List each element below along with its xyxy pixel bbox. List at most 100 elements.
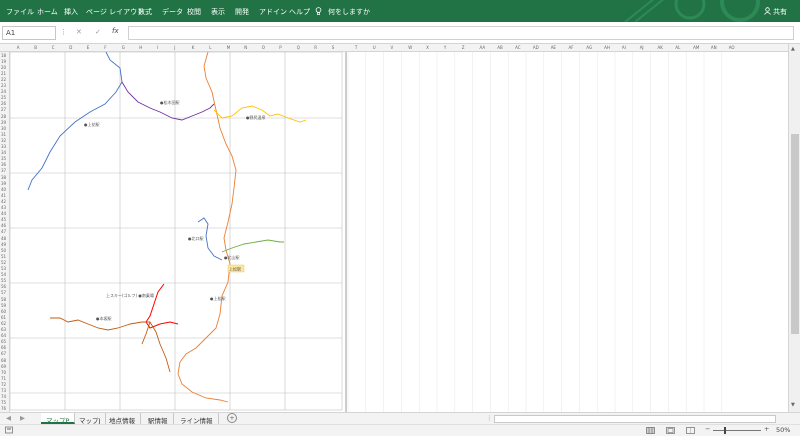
row-header-cell[interactable]: 49: [1, 242, 6, 247]
row-header-cell[interactable]: 32: [1, 138, 6, 143]
column-header-cell[interactable]: AJ: [640, 45, 644, 50]
row-header-cell[interactable]: 27: [1, 107, 6, 112]
zoom-in-button[interactable]: +: [764, 425, 769, 433]
fx-button[interactable]: fx: [112, 27, 119, 35]
row-header-cell[interactable]: 48: [1, 236, 6, 241]
vertical-scrollbar[interactable]: ▲ ▼: [788, 44, 800, 412]
column-header-cell[interactable]: N: [244, 45, 247, 50]
row-header-cell[interactable]: 19: [1, 59, 6, 64]
macro-record-icon[interactable]: [5, 426, 13, 436]
row-header-cell[interactable]: 36: [1, 162, 6, 167]
column-header-cell[interactable]: A: [17, 45, 20, 50]
sheet-tab[interactable]: ライン情報: [175, 413, 219, 425]
tab-split-handle[interactable]: ⋮: [486, 414, 493, 422]
page-break-view-icon[interactable]: [686, 427, 695, 436]
column-header-cell[interactable]: AN: [711, 45, 717, 50]
row-header-cell[interactable]: 54: [1, 272, 6, 277]
column-header-cell[interactable]: G: [122, 45, 125, 50]
lightbulb-icon[interactable]: [315, 7, 322, 18]
column-header-cell[interactable]: X: [426, 45, 429, 50]
row-header-cell[interactable]: 69: [1, 364, 6, 369]
column-header-cell[interactable]: W: [408, 45, 412, 50]
tab-review[interactable]: 校閲: [187, 7, 201, 17]
tab-addins[interactable]: アドイン: [259, 7, 287, 17]
row-header-cell[interactable]: 41: [1, 193, 6, 198]
column-header-cell[interactable]: K: [192, 45, 195, 50]
row-header-cell[interactable]: 52: [1, 260, 6, 265]
row-header-cell[interactable]: 57: [1, 290, 6, 295]
row-header-cell[interactable]: 70: [1, 370, 6, 375]
zoom-slider[interactable]: [713, 430, 761, 431]
row-header-cell[interactable]: 71: [1, 376, 6, 381]
row-header-cell[interactable]: 45: [1, 217, 6, 222]
tab-formulas[interactable]: 数式: [138, 7, 152, 17]
tab-view[interactable]: 表示: [211, 7, 225, 17]
tell-me-search[interactable]: 何をしますか: [328, 7, 370, 17]
row-header-cell[interactable]: 18: [1, 53, 6, 58]
column-header-cell[interactable]: P: [279, 45, 281, 50]
tab-developer[interactable]: 開発: [235, 7, 249, 17]
sheet-tab[interactable]: 地点情報: [104, 413, 141, 425]
row-header-cell[interactable]: 46: [1, 223, 6, 228]
column-header-cell[interactable]: O: [262, 45, 265, 50]
row-header-cell[interactable]: 39: [1, 181, 6, 186]
row-header-cell[interactable]: 42: [1, 199, 6, 204]
name-box[interactable]: A1: [2, 26, 56, 40]
row-header-cell[interactable]: 61: [1, 315, 6, 320]
scroll-down-icon[interactable]: ▼: [791, 402, 795, 408]
sheet-tab[interactable]: マップJ: [74, 413, 107, 425]
row-header-cell[interactable]: 65: [1, 339, 6, 344]
row-header-cell[interactable]: 73: [1, 388, 6, 393]
row-header-cell[interactable]: 76: [1, 406, 6, 411]
column-header-cell[interactable]: Q: [297, 45, 300, 50]
zoom-level[interactable]: 50%: [776, 426, 790, 434]
row-header-cell[interactable]: 31: [1, 132, 6, 137]
row-header-cell[interactable]: 21: [1, 71, 6, 76]
column-header-cell[interactable]: D: [69, 45, 72, 50]
prev-sheet-icon[interactable]: ◀: [6, 414, 11, 422]
column-header-cell[interactable]: I: [157, 45, 158, 50]
row-header-cell[interactable]: 51: [1, 254, 6, 259]
row-header-cell[interactable]: 40: [1, 187, 6, 192]
row-header-cell[interactable]: 44: [1, 211, 6, 216]
row-header-cell[interactable]: 20: [1, 65, 6, 70]
row-header-cell[interactable]: 22: [1, 77, 6, 82]
column-header-cell[interactable]: Z: [462, 45, 465, 50]
row-header-cell[interactable]: 35: [1, 156, 6, 161]
column-header-cell[interactable]: AO: [729, 45, 735, 50]
zoom-slider-thumb[interactable]: [724, 427, 726, 434]
column-header-cell[interactable]: AB: [497, 45, 502, 50]
options-dots-icon[interactable]: ⋮: [60, 28, 67, 36]
sheet-tab[interactable]: マップP: [41, 413, 76, 425]
column-header-cell[interactable]: AK: [658, 45, 663, 50]
column-header-cell[interactable]: AF: [569, 45, 574, 50]
cancel-icon[interactable]: ✕: [76, 28, 82, 36]
row-header-cell[interactable]: 30: [1, 126, 6, 131]
tab-insert[interactable]: 挿入: [64, 7, 78, 17]
row-header-cell[interactable]: 58: [1, 297, 6, 302]
column-header-cell[interactable]: AM: [693, 45, 699, 50]
row-header-cell[interactable]: 23: [1, 83, 6, 88]
tab-help[interactable]: ヘルプ: [289, 7, 310, 17]
row-header-cell[interactable]: 43: [1, 205, 6, 210]
row-header-cell[interactable]: 75: [1, 400, 6, 405]
formula-input[interactable]: [128, 26, 794, 40]
column-header-cell[interactable]: F: [104, 45, 106, 50]
tab-data[interactable]: データ: [162, 7, 183, 17]
row-header-cell[interactable]: 47: [1, 229, 6, 234]
column-header-cell[interactable]: AA: [480, 45, 486, 50]
row-header-cell[interactable]: 63: [1, 327, 6, 332]
row-header-cell[interactable]: 66: [1, 345, 6, 350]
share-icon[interactable]: [764, 7, 771, 17]
row-header-cell[interactable]: 24: [1, 89, 6, 94]
scroll-up-icon[interactable]: ▲: [791, 46, 795, 52]
row-header-cell[interactable]: 28: [1, 114, 6, 119]
row-header-cell[interactable]: 68: [1, 358, 6, 363]
row-header-cell[interactable]: 37: [1, 168, 6, 173]
row-header-cell[interactable]: 64: [1, 333, 6, 338]
row-header-cell[interactable]: 74: [1, 394, 6, 399]
zoom-out-button[interactable]: −: [705, 425, 710, 433]
column-header-cell[interactable]: R: [314, 45, 317, 50]
row-header-cell[interactable]: 67: [1, 351, 6, 356]
row-header-cell[interactable]: 72: [1, 382, 6, 387]
